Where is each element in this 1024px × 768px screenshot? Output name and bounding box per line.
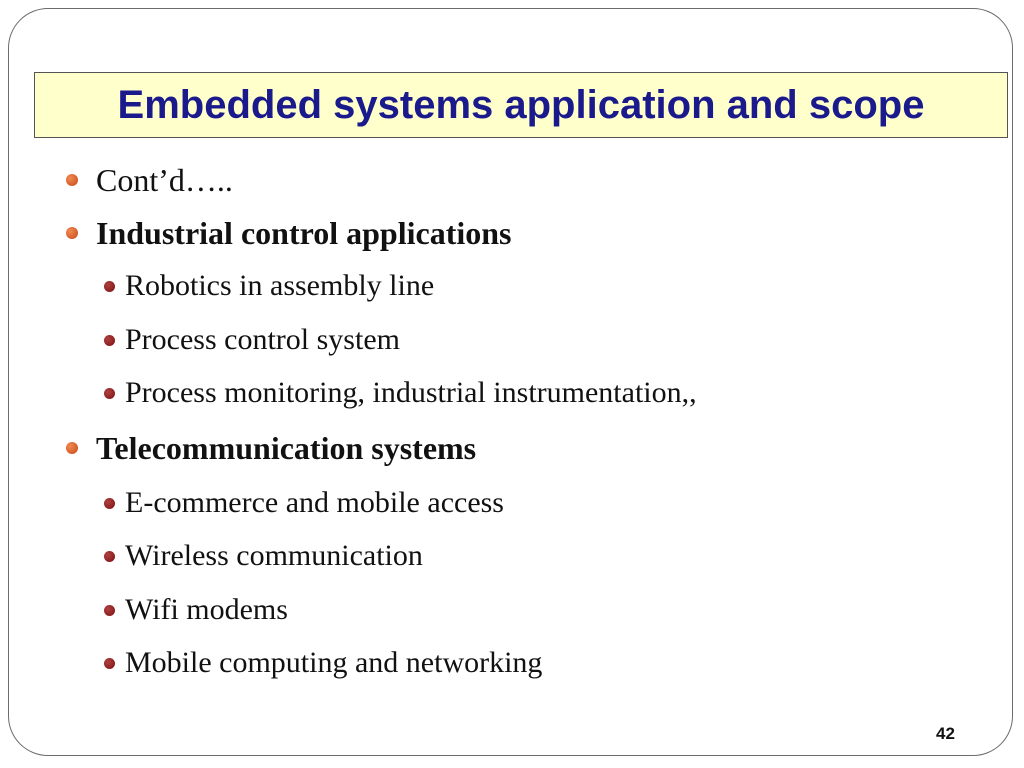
bullet-text: Process control system <box>125 323 400 356</box>
bullet-text: Process monitoring, industrial instrumen… <box>125 376 697 409</box>
sub-bullet-item: Robotics in assembly line <box>104 264 434 308</box>
bullet-dot-icon <box>104 550 115 562</box>
bullet-item: Industrial control applications <box>66 211 511 255</box>
bullet-text: E-commerce and mobile access <box>125 486 504 519</box>
bullet-dot-icon <box>104 497 115 509</box>
bullet-text: Industrial control applications <box>96 214 512 251</box>
sub-bullet-item: Process control system <box>104 318 400 362</box>
bullet-dot-icon <box>104 387 115 399</box>
bullet-dot-icon <box>104 334 115 346</box>
bullet-item: Cont’d….. <box>66 158 233 202</box>
bullet-text: Cont’d….. <box>96 161 233 198</box>
bullet-text: Wireless communication <box>125 539 423 572</box>
bullet-dot-icon <box>104 604 115 616</box>
bullet-dot-icon <box>66 174 78 186</box>
bullet-text: Robotics in assembly line <box>125 269 435 302</box>
sub-bullet-item: Wifi modems <box>104 588 288 632</box>
bullet-item: Telecommunication systems <box>66 426 476 470</box>
bullet-list: Cont’d….. Industrial control application… <box>0 0 1024 768</box>
bullet-dot-icon <box>104 657 115 669</box>
bullet-dot-icon <box>66 442 78 454</box>
sub-bullet-item: Process monitoring, industrial instrumen… <box>104 371 697 415</box>
slide: Embedded systems application and scope C… <box>0 0 1024 768</box>
bullet-text: Mobile computing and networking <box>125 646 543 679</box>
bullet-text: Telecommunication systems <box>96 429 477 466</box>
bullet-text: Wifi modems <box>125 593 288 626</box>
page-number: 42 <box>936 724 955 743</box>
sub-bullet-item: E-commerce and mobile access <box>104 481 504 525</box>
sub-bullet-item: Mobile computing and networking <box>104 641 542 685</box>
bullet-dot-icon <box>66 227 78 239</box>
sub-bullet-item: Wireless communication <box>104 534 423 578</box>
bullet-dot-icon <box>104 280 115 292</box>
